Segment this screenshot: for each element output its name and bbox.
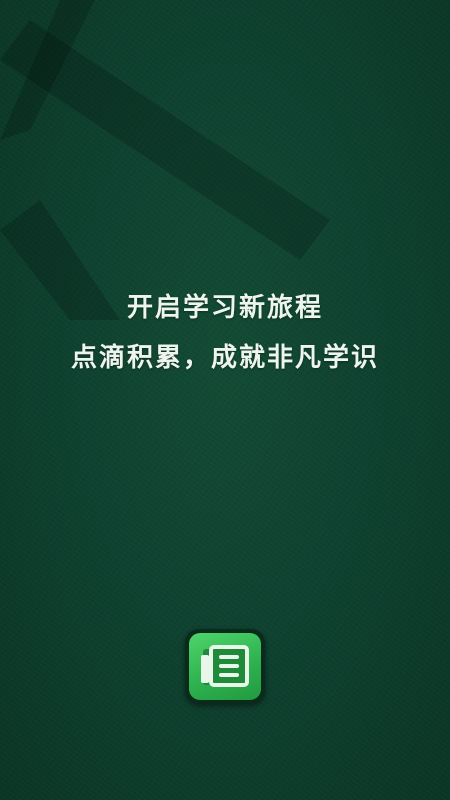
slogan-line-2: 点滴积累，成就非凡学识 xyxy=(70,343,379,373)
slogan-line-1: 开启学习新旅程 xyxy=(126,293,323,323)
window-shadow xyxy=(0,0,330,320)
splash-screen: 开启学习新旅程 点滴积累，成就非凡学识 xyxy=(0,0,450,800)
app-icon-button[interactable] xyxy=(185,629,265,704)
newspaper-icon xyxy=(189,633,261,700)
